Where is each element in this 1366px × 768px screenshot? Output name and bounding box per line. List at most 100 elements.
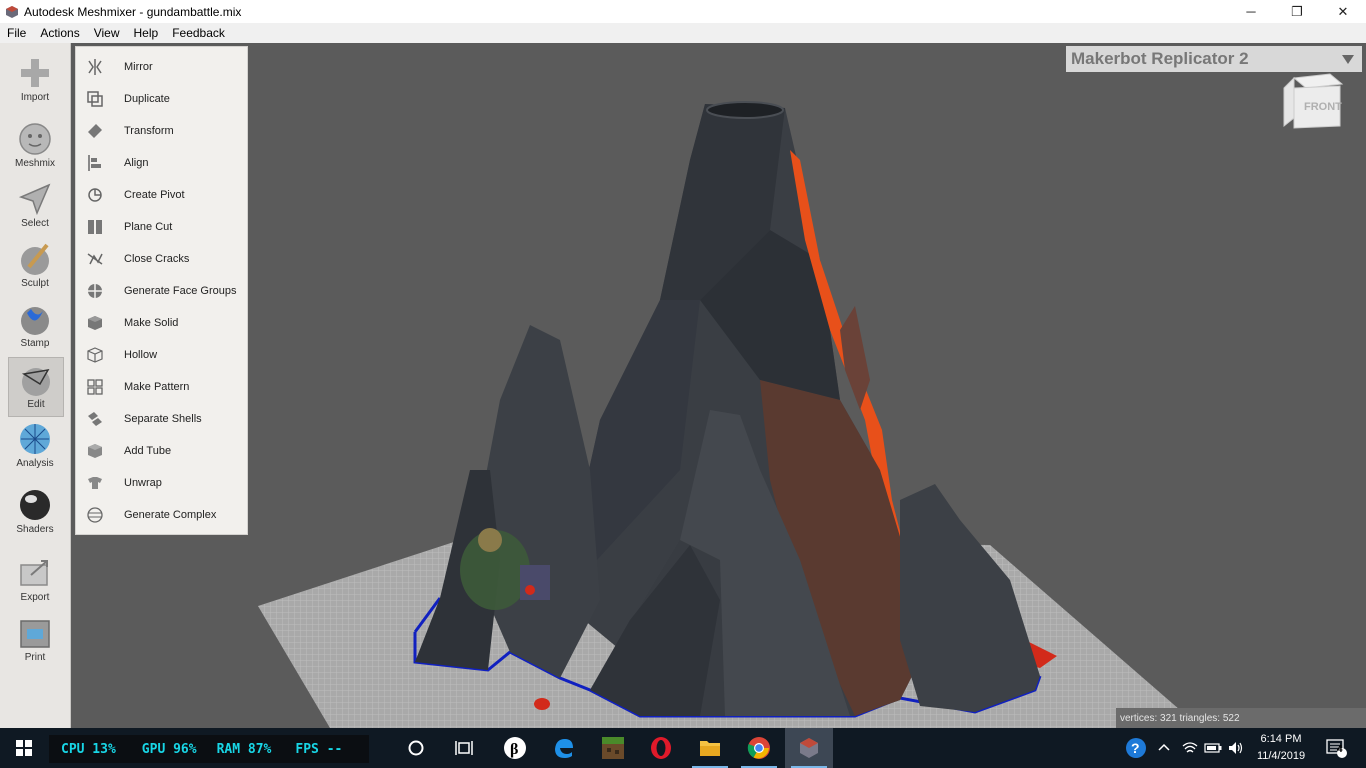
select-tool[interactable]: Select <box>8 177 62 235</box>
printer-select[interactable]: Makerbot Replicator 2 <box>1066 46 1362 72</box>
tray-show-hidden[interactable] <box>1152 728 1176 768</box>
edit-item-label: Generate Face Groups <box>124 285 237 297</box>
svg-text:β: β <box>510 741 518 758</box>
plane-cut-icon <box>86 218 104 236</box>
export-tool[interactable]: Export <box>8 551 62 609</box>
edit-item-label: Generate Complex <box>124 509 217 521</box>
taskbar-file-explorer[interactable] <box>686 728 734 768</box>
transform-icon <box>86 122 104 140</box>
edit-item-label: Mirror <box>124 61 153 73</box>
import-tool[interactable]: Import <box>8 51 62 109</box>
gpu-usage: GPU 96% <box>141 741 197 757</box>
3d-viewport[interactable] <box>70 43 1366 728</box>
edit-generate-complex[interactable]: Generate Complex <box>76 499 247 531</box>
edit-plane-cut[interactable]: Plane Cut <box>76 211 247 243</box>
menu-feedback[interactable]: Feedback <box>165 23 232 43</box>
taskbar-edge[interactable] <box>540 728 588 768</box>
minimize-button[interactable]: ─ <box>1228 0 1274 23</box>
meshmixer-taskbar-icon <box>800 738 818 758</box>
edit-duplicate[interactable]: Duplicate <box>76 83 247 115</box>
shaders-icon <box>20 490 50 520</box>
window-title: Autodesk Meshmixer - gundambattle.mix <box>24 4 242 19</box>
maximize-button[interactable]: ❐ <box>1274 0 1320 23</box>
menu-bar: File Actions View Help Feedback <box>0 23 1366 43</box>
duplicate-icon <box>86 90 104 108</box>
tray-network[interactable] <box>1178 728 1202 768</box>
shaders-tool[interactable]: Shaders <box>8 483 62 541</box>
menu-file[interactable]: File <box>0 23 33 43</box>
edit-generate-face-groups[interactable]: Generate Face Groups <box>76 275 247 307</box>
sculpt-icon <box>21 243 49 275</box>
taskbar-minecraft[interactable] <box>589 728 637 768</box>
view-cube-front-label: FRONT <box>1304 101 1342 113</box>
face-groups-icon <box>86 282 104 300</box>
edit-item-label: Make Solid <box>124 317 179 329</box>
task-view-button[interactable] <box>440 728 488 768</box>
edit-mirror[interactable]: Mirror <box>76 51 247 83</box>
edit-item-label: Make Pattern <box>124 381 190 393</box>
task-view-icon <box>455 741 473 755</box>
align-icon <box>86 154 104 172</box>
analysis-icon <box>20 424 50 454</box>
cortana-button[interactable] <box>392 728 440 768</box>
close-cracks-icon <box>86 250 104 268</box>
start-button[interactable] <box>0 728 48 768</box>
separate-shells-icon <box>86 410 104 428</box>
chevron-up-icon <box>1158 743 1170 751</box>
meshmix-tool[interactable]: Meshmix <box>8 117 62 175</box>
taskbar-meshmixer[interactable] <box>785 728 833 768</box>
taskbar-chrome[interactable] <box>735 728 783 768</box>
edit-close-cracks[interactable]: Close Cracks <box>76 243 247 275</box>
analysis-tool[interactable]: Analysis <box>8 417 62 475</box>
tool-label: Meshmix <box>14 158 55 169</box>
edit-item-label: Close Cracks <box>124 253 190 265</box>
menu-actions[interactable]: Actions <box>33 23 86 43</box>
edit-menu-panel: Mirror Duplicate Transform Align Create … <box>75 46 248 535</box>
menu-help[interactable]: Help <box>127 23 166 43</box>
meshmixer-app-icon <box>6 5 18 18</box>
edit-tool[interactable]: Edit <box>8 357 64 417</box>
stamp-tool[interactable]: Stamp <box>8 297 62 355</box>
view-cube[interactable]: FRONT <box>1280 70 1346 136</box>
close-button[interactable]: ✕ <box>1320 0 1366 23</box>
menu-view[interactable]: View <box>87 23 127 43</box>
sculpt-tool[interactable]: Sculpt <box>8 237 62 295</box>
edit-create-pivot[interactable]: Create Pivot <box>76 179 247 211</box>
taskbar-app-1[interactable]: β <box>491 728 539 768</box>
edit-align[interactable]: Align <box>76 147 247 179</box>
tray-volume[interactable] <box>1224 728 1248 768</box>
edit-item-label: Create Pivot <box>124 189 185 201</box>
edit-make-solid[interactable]: Make Solid <box>76 307 247 339</box>
edit-add-tube[interactable]: Add Tube <box>76 435 247 467</box>
edit-separate-shells[interactable]: Separate Shells <box>76 403 247 435</box>
select-icon <box>18 183 51 216</box>
meshmix-icon <box>19 123 51 155</box>
edit-transform[interactable]: Transform <box>76 115 247 147</box>
import-icon <box>21 59 49 87</box>
edit-item-label: Transform <box>124 125 174 137</box>
left-toolbar: Import Meshmix Select Sculpt Stamp Edit <box>0 43 71 728</box>
edit-hollow[interactable]: Hollow <box>76 339 247 371</box>
chrome-icon <box>747 737 770 759</box>
help-icon: ? <box>1126 738 1146 758</box>
clock[interactable]: 6:14 PM 11/4/2019 <box>1252 731 1310 765</box>
edit-make-pattern[interactable]: Make Pattern <box>76 371 247 403</box>
unwrap-icon <box>86 474 104 492</box>
tool-label: Stamp <box>20 338 50 349</box>
tray-battery[interactable] <box>1201 728 1225 768</box>
edit-item-label: Duplicate <box>124 93 170 105</box>
tray-help[interactable]: ? <box>1116 728 1156 768</box>
edit-item-label: Add Tube <box>124 445 172 457</box>
tool-label: Analysis <box>16 458 54 469</box>
tool-label: Sculpt <box>21 278 49 289</box>
edit-item-label: Separate Shells <box>124 413 202 425</box>
taskbar-opera[interactable] <box>637 728 685 768</box>
edit-item-label: Hollow <box>124 349 158 361</box>
mesh-stats-text: vertices: 321 triangles: 522 <box>1120 712 1240 724</box>
printer-name: Makerbot Replicator 2 <box>1071 49 1249 68</box>
edit-unwrap[interactable]: Unwrap <box>76 467 247 499</box>
edge-icon <box>555 739 573 758</box>
action-center-button[interactable]: 4 <box>1316 728 1356 768</box>
add-tube-icon <box>86 442 104 460</box>
print-tool[interactable]: Print <box>8 611 62 669</box>
